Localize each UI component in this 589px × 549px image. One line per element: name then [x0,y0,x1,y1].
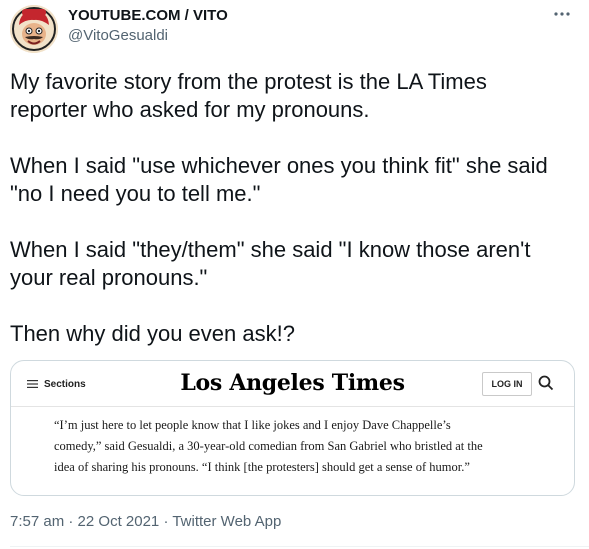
quote-line: comedy,” said Gesualdi, a 30-year-old co… [54,439,483,453]
la-times-header: Sections Los Angeles Times LOG IN [11,361,574,407]
quote-line: “I’m just here to let people know that I… [54,418,451,432]
author-handle[interactable]: @VitoGesualdi [68,26,228,46]
tweet-line: My favorite story from the protest is th… [10,69,487,94]
tweet-line: When I said "they/them" she said "I know… [10,237,531,262]
tweet-paragraph: Then why did you even ask!? [10,320,582,348]
tweet-line: Then why did you even ask!? [10,321,295,346]
attached-image[interactable]: Sections Los Angeles Times LOG IN “I’m j… [10,360,575,496]
tweet-source[interactable]: Twitter Web App [172,513,281,530]
tweet-line: When I said "use whichever ones you thin… [10,153,548,178]
tweet-timestamp: 7:57 am · 22 Oct 2021 · Twitter Web App [10,512,281,532]
meta-separator: · [64,513,78,530]
author-block[interactable]: YOUTUBE.COM / VITO @VitoGesualdi [68,6,228,46]
avatar-cartoon-image [10,5,58,53]
meta-separator: · [159,513,173,530]
tweet-paragraph: When I said "use whichever ones you thin… [10,152,582,208]
more-horizontal-icon[interactable] [551,6,573,22]
divider [10,546,589,547]
article-quote: “I’m just here to let people know that I… [54,415,564,478]
tweet-text: My favorite story from the protest is th… [10,68,582,348]
quote-line: idea of sharing his pronouns. “I think [… [54,460,470,474]
search-icon [538,375,554,391]
tweet-paragraph: My favorite story from the protest is th… [10,68,582,124]
tweet-line: "no I need you to tell me." [10,181,261,206]
tweet-date[interactable]: 22 Oct 2021 [78,513,160,530]
tweet-paragraph: When I said "they/them" she said "I know… [10,236,582,292]
tweet-time[interactable]: 7:57 am [10,513,64,530]
tweet-line: reporter who asked for my pronouns. [10,97,370,122]
author-name[interactable]: YOUTUBE.COM / VITO [68,6,228,26]
avatar[interactable] [10,5,58,53]
tweet-line: your real pronouns." [10,265,208,290]
login-button: LOG IN [482,372,532,396]
